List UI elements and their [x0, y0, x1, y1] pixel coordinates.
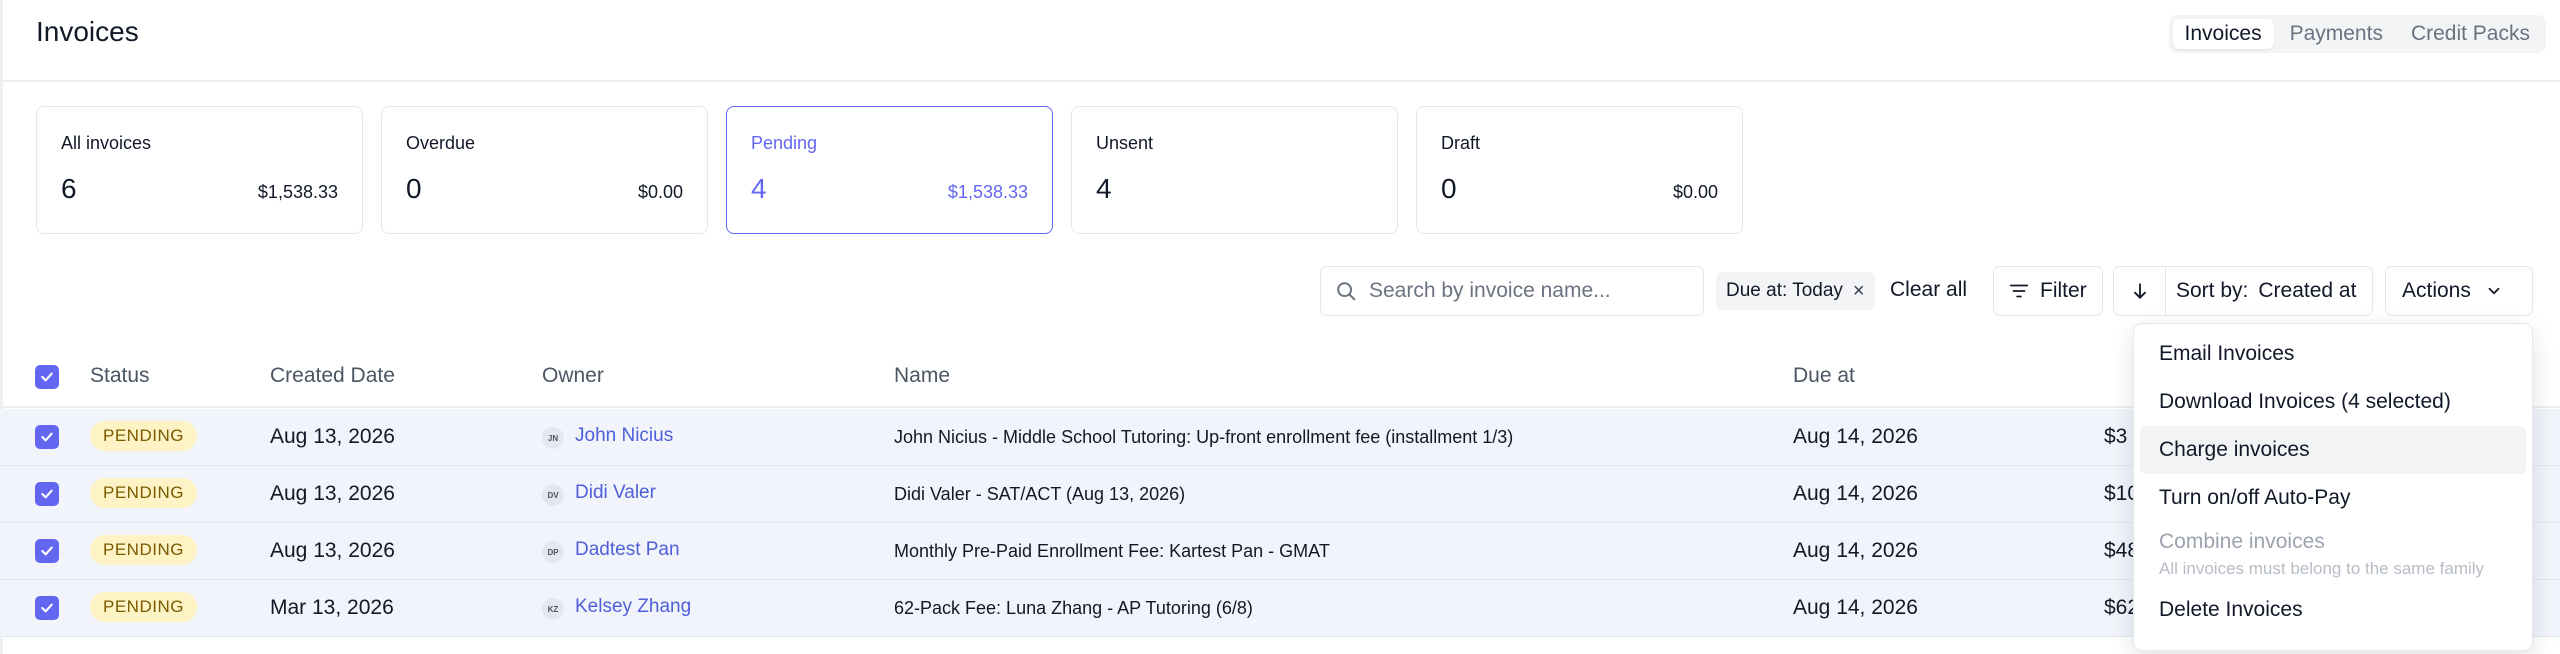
menu-item-email-invoices[interactable]: Email Invoices: [2140, 330, 2526, 378]
check-icon: [41, 603, 53, 613]
row-checkbox[interactable]: [35, 596, 59, 620]
check-icon: [41, 546, 53, 556]
stat-amount: $0.00: [637, 182, 683, 202]
page-header: Invoices Invoices Payments Credit Packs: [0, 0, 2560, 82]
stat-card-pending[interactable]: Pending 4 $1,538.33: [726, 106, 1053, 234]
column-status[interactable]: Status: [90, 364, 150, 388]
invoice-name: Monthly Pre-Paid Enrollment Fee: Kartest…: [894, 541, 1330, 561]
stat-label: Pending: [751, 133, 818, 153]
menu-item-label: Combine invoices: [2159, 529, 2325, 553]
filter-label: Filter: [2040, 279, 2087, 302]
stat-amount: $0.00: [1672, 182, 1718, 202]
tab-credit-packs[interactable]: Credit Packs: [2399, 19, 2542, 49]
stat-count: 4: [751, 173, 767, 204]
created-date: Aug 13, 2026: [270, 482, 395, 505]
owner-link[interactable]: Dadtest Pan: [575, 539, 680, 561]
column-owner[interactable]: Owner: [542, 364, 604, 388]
stat-card-unsent[interactable]: Unsent 4: [1071, 106, 1398, 234]
tab-payments[interactable]: Payments: [2278, 19, 2395, 49]
invoice-name: Didi Valer - SAT/ACT (Aug 13, 2026): [894, 484, 1186, 504]
stat-label: Unsent: [1096, 133, 1154, 153]
actions-label: Actions: [2402, 279, 2471, 302]
avatar: JN: [542, 427, 564, 449]
chip-label: Due at: Today: [1726, 280, 1843, 301]
created-date: Mar 13, 2026: [270, 596, 394, 619]
stat-count: 0: [406, 173, 422, 204]
status-badge: PENDING: [90, 421, 197, 451]
check-icon: [41, 432, 53, 442]
invoice-name: John Nicius - Middle School Tutoring: Up…: [894, 427, 1514, 447]
check-icon: [41, 372, 53, 382]
column-due-at[interactable]: Due at: [1793, 364, 1855, 388]
row-checkbox[interactable]: [35, 482, 59, 506]
owner-link[interactable]: Kelsey Zhang: [575, 596, 691, 618]
stat-label: Draft: [1441, 133, 1481, 153]
stat-label: Overdue: [406, 133, 476, 153]
filter-button[interactable]: Filter: [1993, 266, 2103, 316]
remove-chip-icon[interactable]: ×: [1853, 281, 1865, 301]
menu-item-download-invoices[interactable]: Download Invoices (4 selected): [2140, 378, 2526, 426]
select-all-checkbox[interactable]: [35, 365, 59, 389]
tab-invoices[interactable]: Invoices: [2172, 19, 2274, 49]
created-date: Aug 13, 2026: [270, 539, 395, 562]
due-date: Aug 14, 2026: [1793, 596, 1918, 619]
stat-label: All invoices: [61, 133, 152, 153]
owner-link[interactable]: John Nicius: [575, 425, 673, 447]
due-date: Aug 14, 2026: [1793, 539, 1918, 562]
stat-count: 6: [61, 173, 77, 204]
row-checkbox[interactable]: [35, 539, 59, 563]
menu-item-delete-invoices[interactable]: Delete Invoices: [2140, 586, 2526, 634]
menu-item-toggle-autopay[interactable]: Turn on/off Auto-Pay: [2140, 474, 2526, 522]
chevron-down-icon: [2488, 287, 2500, 295]
menu-item-hint: All invoices must belong to the same fam…: [2159, 558, 2485, 578]
invoice-name: 62-Pack Fee: Luna Zhang - AP Tutoring (6…: [894, 598, 1253, 618]
status-badge: PENDING: [90, 592, 197, 622]
status-badge: PENDING: [90, 478, 197, 508]
search-box: [1320, 266, 1704, 316]
menu-item-charge-invoices[interactable]: Charge invoices: [2140, 426, 2526, 474]
stat-count: 0: [1441, 173, 1457, 204]
actions-menu: Email Invoices Download Invoices (4 sele…: [2133, 323, 2533, 651]
stat-card-draft[interactable]: Draft 0 $0.00: [1416, 106, 1743, 234]
column-name[interactable]: Name: [894, 364, 950, 388]
stat-card-all-invoices[interactable]: All invoices 6 $1,538.33: [36, 106, 363, 234]
filter-icon: [2009, 284, 2029, 298]
avatar: KZ: [542, 598, 564, 620]
search-input[interactable]: [1369, 279, 1689, 303]
sort-by-button[interactable]: Sort by: Created at: [2165, 266, 2373, 316]
row-checkbox[interactable]: [35, 425, 59, 449]
stat-amount: $1,538.33: [257, 182, 338, 202]
filter-chip-due-at: Due at: Today ×: [1716, 272, 1875, 310]
avatar: DP: [542, 541, 564, 563]
sort-direction-button[interactable]: [2113, 266, 2167, 316]
sort-key: Sort by:: [2176, 279, 2249, 302]
clear-all-button[interactable]: Clear all: [1890, 278, 1967, 302]
view-tabs: Invoices Payments Credit Packs: [2168, 15, 2546, 53]
search-icon: [1337, 282, 1356, 301]
due-date: Aug 14, 2026: [1793, 482, 1918, 505]
avatar: DV: [542, 484, 564, 506]
stat-card-overdue[interactable]: Overdue 0 $0.00: [381, 106, 708, 234]
created-date: Aug 13, 2026: [270, 425, 395, 448]
stat-count: 4: [1096, 173, 1112, 204]
due-date: Aug 14, 2026: [1793, 425, 1918, 448]
stat-amount: $1,538.33: [947, 182, 1028, 202]
amount: $3: [2104, 425, 2128, 448]
sort-value: Created at: [2258, 279, 2357, 302]
actions-button[interactable]: Actions: [2385, 266, 2533, 316]
page-title: Invoices: [36, 16, 139, 47]
owner-link[interactable]: Didi Valer: [575, 482, 656, 504]
status-badge: PENDING: [90, 535, 197, 565]
menu-item-combine-invoices: Combine invoices All invoices must belon…: [2140, 522, 2526, 586]
check-icon: [41, 489, 53, 499]
column-created-date[interactable]: Created Date: [270, 364, 395, 388]
arrow-down-icon: [2134, 283, 2146, 299]
